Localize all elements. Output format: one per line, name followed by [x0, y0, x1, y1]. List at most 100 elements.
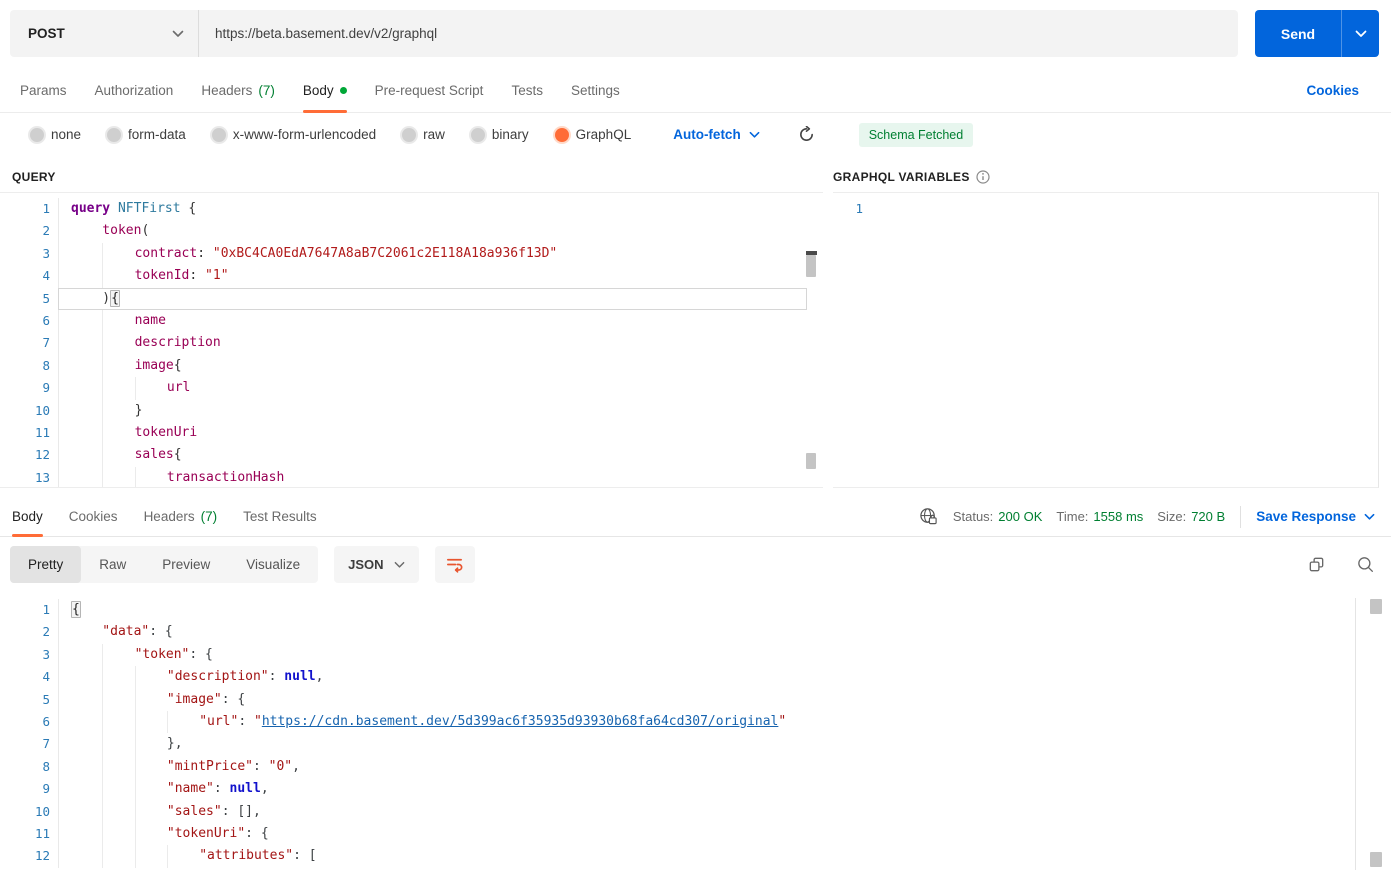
- chevron-down-icon: [749, 131, 760, 138]
- line-number: 3: [42, 646, 50, 662]
- code-line: 6 name: [0, 309, 823, 333]
- line-number: 8: [42, 357, 50, 373]
- indent-guide: [102, 421, 134, 445]
- indent-guide: [71, 644, 102, 666]
- send-options-button[interactable]: [1342, 10, 1379, 57]
- tab-pre-request-script[interactable]: Pre-request Script: [375, 68, 484, 112]
- status-item-value: 200 OK: [998, 509, 1043, 524]
- query-scrollbar-thumb[interactable]: [806, 255, 816, 277]
- unsaved-dot-icon: [339, 86, 347, 94]
- code-line: 4 tokenId: "1": [0, 265, 823, 288]
- code-content: "sales": [],: [58, 800, 1375, 823]
- code-line: 4 "description": null,: [0, 666, 1391, 689]
- indent-guide: [134, 778, 167, 801]
- radio-circle-icon: [470, 127, 485, 142]
- response-view-toolbar: Pretty Raw Preview Visualize JSON: [10, 546, 1375, 583]
- code-line: 1: [833, 198, 1378, 220]
- radio-form-data[interactable]: form-data: [107, 127, 186, 142]
- tab-settings[interactable]: Settings: [571, 68, 620, 112]
- response-scrollbar-thumb[interactable]: [1370, 852, 1382, 867]
- view-tab-visualize[interactable]: Visualize: [228, 546, 318, 583]
- wrap-lines-button[interactable]: [434, 546, 475, 583]
- radio-x-www-form-urlencoded[interactable]: x-www-form-urlencoded: [211, 127, 377, 142]
- graphql-query-editor[interactable]: 1 query NFTFirst {2 token(3 contract: "0xBC…: [0, 192, 823, 488]
- indent-guide: [71, 355, 102, 377]
- indent-guide: [102, 778, 134, 801]
- view-tab-pretty[interactable]: Pretty: [10, 546, 82, 583]
- code-content: "description": null,: [58, 666, 1375, 689]
- code-content: [871, 198, 1362, 220]
- code-token: tokenId: [134, 268, 190, 284]
- indent-guide: [134, 666, 167, 689]
- tab-label: Headers: [143, 509, 195, 524]
- code-line: 9 url: [0, 377, 823, 400]
- method-select[interactable]: POST: [10, 10, 199, 57]
- tab-params[interactable]: Params: [20, 68, 67, 112]
- line-number: 1: [42, 602, 50, 617]
- view-tab-raw[interactable]: Raw: [81, 546, 144, 583]
- format-dropdown[interactable]: JSON: [334, 546, 419, 583]
- indent-guide: [102, 399, 134, 422]
- radio-raw[interactable]: raw: [402, 127, 445, 142]
- tab-test-results[interactable]: Test Results: [243, 497, 317, 536]
- line-number: 12: [34, 447, 50, 463]
- copy-response-button[interactable]: [1307, 555, 1326, 574]
- save-response-button[interactable]: Save Response: [1256, 509, 1375, 524]
- code-token: {: [71, 601, 81, 618]
- line-number: 5: [42, 290, 50, 306]
- code-content: contract: "0xBC4CA0EdA7647A8aB7C2061c2E1…: [58, 242, 807, 266]
- graphql-variables-editor[interactable]: 1: [833, 192, 1379, 488]
- tab-body[interactable]: Body: [302, 68, 347, 113]
- line-number: 9: [42, 781, 50, 797]
- copy-icon: [1309, 557, 1324, 572]
- variables-title-text: GRAPHQL VARIABLES: [833, 170, 970, 184]
- indent-guide: [102, 309, 134, 333]
- indent-guide: [71, 310, 102, 332]
- response-scrollbar-thumb[interactable]: [1370, 599, 1382, 614]
- status-item: Size: 720 B: [1157, 509, 1225, 524]
- view-tab-preview[interactable]: Preview: [144, 546, 228, 583]
- indent-guide: [102, 332, 134, 355]
- response-body-editor[interactable]: 1{2 "data": {3 "token": {4 "description": n…: [0, 595, 1391, 881]
- postman-app: POST https://beta.basement.dev/v2/graphq…: [0, 0, 1391, 881]
- radio-label: x-www-form-urlencoded: [232, 127, 377, 142]
- tab-cookies[interactable]: Cookies: [69, 497, 118, 536]
- query-scrollbar-thumb[interactable]: [806, 453, 816, 469]
- radio-none[interactable]: none: [30, 127, 81, 142]
- indent-guide: [71, 689, 102, 711]
- radio-binary[interactable]: binary: [470, 127, 529, 142]
- autofetch-dropdown[interactable]: Auto-fetch: [673, 127, 760, 142]
- code-token: query: [71, 201, 111, 216]
- code-line: 8 "mintPrice": "0",: [0, 755, 1391, 779]
- code-token: name: [134, 312, 166, 328]
- search-response-button[interactable]: [1356, 555, 1375, 574]
- send-button[interactable]: Send: [1255, 10, 1342, 57]
- status-item-value: 720 B: [1191, 509, 1226, 524]
- radio-label: binary: [491, 127, 529, 142]
- tab-headers[interactable]: Headers (7): [144, 497, 218, 536]
- line-number: 1: [42, 201, 50, 216]
- url-input[interactable]: https://beta.basement.dev/v2/graphql: [199, 10, 1238, 57]
- refresh-schema-button[interactable]: [798, 126, 815, 143]
- indent-guide: [102, 822, 134, 846]
- tab-authorization[interactable]: Authorization: [95, 68, 174, 112]
- line-number: 5: [42, 691, 50, 707]
- tab-label: Headers: [201, 82, 253, 98]
- code-token: ): [102, 290, 111, 306]
- indent-guide: [71, 756, 102, 778]
- code-content: "mintPrice": "0",: [58, 755, 1375, 779]
- info-icon: [976, 170, 990, 184]
- tab-headers[interactable]: Headers (7): [201, 68, 275, 112]
- tab-tests[interactable]: Tests: [511, 68, 543, 112]
- network-globe-icon[interactable]: [919, 507, 938, 526]
- code-token: {: [173, 447, 182, 463]
- tab-body[interactable]: Body: [12, 497, 43, 537]
- line-number: 2: [42, 624, 50, 640]
- cookies-link[interactable]: Cookies: [1306, 68, 1359, 112]
- code-token: "attributes": [199, 848, 294, 864]
- code-line: 10 "sales": [],: [0, 800, 1391, 823]
- code-token: }: [134, 402, 143, 418]
- code-content: ){: [58, 287, 807, 310]
- code-content: description: [58, 332, 807, 355]
- radio-graphql[interactable]: GraphQL: [554, 127, 631, 142]
